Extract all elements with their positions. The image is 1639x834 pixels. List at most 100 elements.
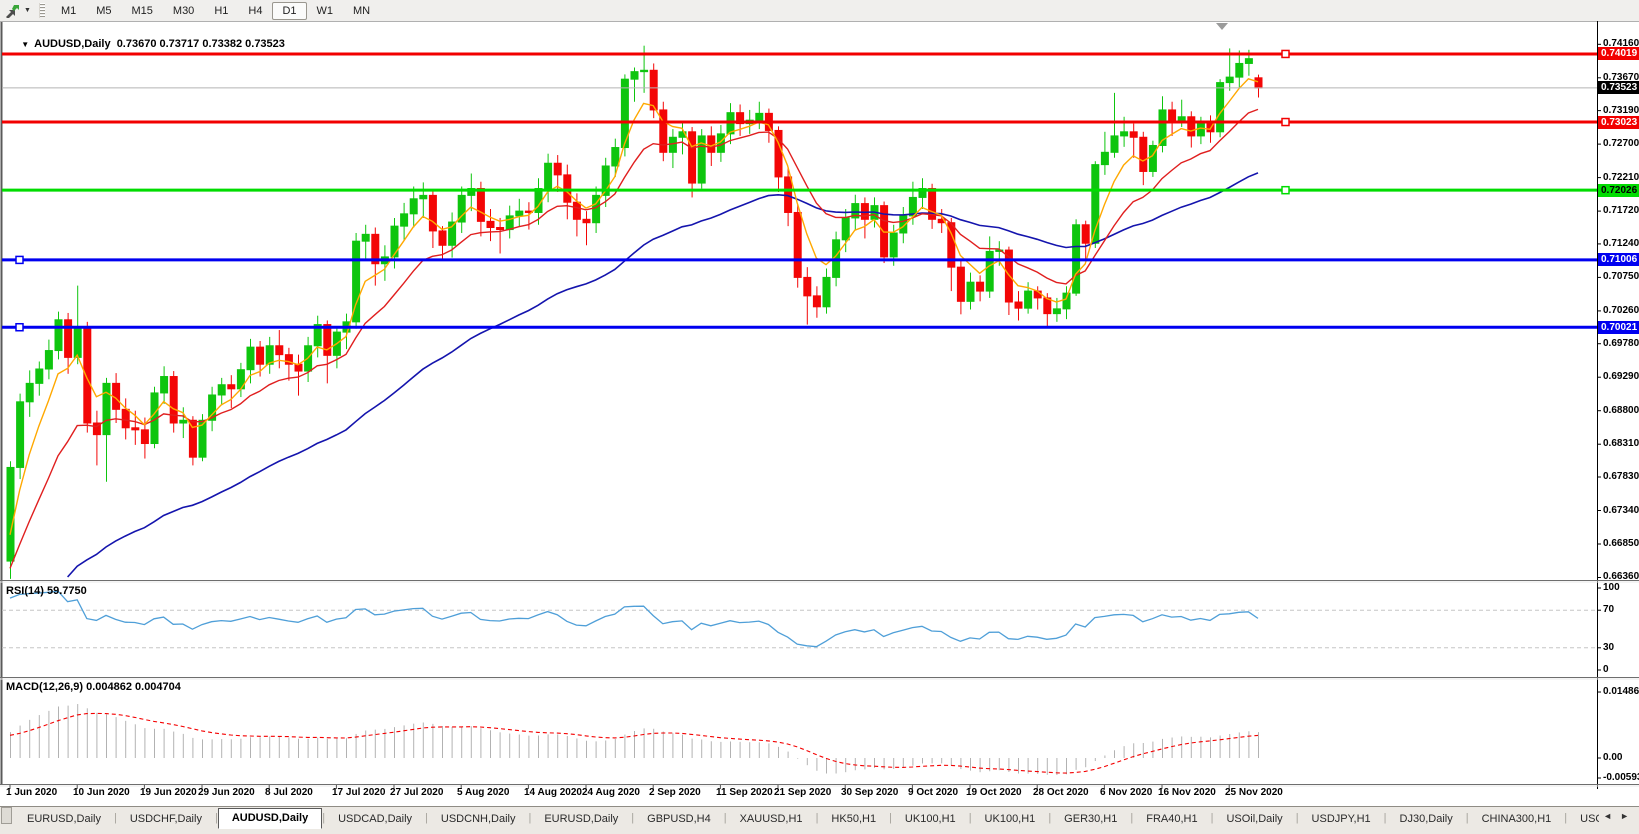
tab-scroll-left-icon[interactable]: ◄ (1603, 811, 1612, 821)
candle-down (650, 70, 657, 110)
hline-handle[interactable] (1282, 187, 1289, 194)
price-badge-0.74019: 0.74019 (1598, 47, 1639, 60)
candle-down (228, 385, 235, 389)
candle-down (804, 277, 811, 295)
candle-down (324, 325, 331, 356)
price-tick-label: 0.69290 (1603, 371, 1639, 382)
candle-down (1082, 225, 1089, 243)
tab-separator: | (425, 812, 428, 824)
candle-up (247, 347, 254, 370)
candle-up (391, 226, 398, 257)
candle-up (516, 211, 523, 216)
mt4-window: { "toolbar": { "dropdown_caret": "▼", "t… (0, 0, 1639, 834)
candle-down (1140, 137, 1147, 171)
hline-handle[interactable] (16, 256, 23, 263)
price-tick-label: 0.73190 (1603, 105, 1639, 116)
date-label: 5 Aug 2020 (457, 787, 509, 798)
chart-tab-uk100-h1[interactable]: UK100,H1 (892, 810, 969, 829)
chart-ohlc-values: 0.73670 0.73717 0.73382 0.73523 (117, 38, 285, 50)
tab-separator: | (816, 812, 819, 824)
candle-down (477, 189, 484, 222)
candle-down (573, 202, 580, 219)
chart-tab-audusd-daily[interactable]: AUDUSD,Daily (218, 808, 322, 829)
tab-separator: | (1296, 812, 1299, 824)
hline-handle[interactable] (16, 324, 23, 331)
candle-up (36, 369, 43, 383)
candle-up (1111, 136, 1118, 152)
candle-down (295, 364, 302, 371)
price-tick-label: 0.66360 (1603, 571, 1639, 582)
chart-tab-xauusd-h1[interactable]: XAUUSD,H1 (727, 810, 816, 829)
chart-background (0, 21, 1639, 806)
tab-separator: | (1384, 812, 1387, 824)
candle-down (1255, 78, 1262, 88)
date-label: 19 Jun 2020 (140, 787, 197, 798)
price-badge-0.73023: 0.73023 (1598, 116, 1639, 129)
chart-tab-hk50-h1[interactable]: HK50,H1 (818, 810, 889, 829)
chart-tab-usdcnh-daily[interactable]: USDCNH,Daily (428, 810, 529, 829)
candle-down (497, 228, 504, 230)
tab-separator: | (631, 812, 634, 824)
candle-up (161, 377, 168, 393)
candle-down (957, 267, 964, 301)
candle-up (1226, 77, 1233, 82)
price-tick-label: 0.69780 (1603, 338, 1639, 349)
tab-stub[interactable] (1, 807, 12, 824)
chart-tab-eurusd-daily[interactable]: EURUSD,Daily (531, 810, 631, 829)
candle-up (74, 329, 81, 358)
chart-tab-dj30-daily[interactable]: DJ30,Daily (1387, 810, 1466, 829)
tab-scroll-arrows: ◄ ► (1599, 807, 1639, 821)
tab-separator: | (969, 812, 972, 824)
price-badge-0.71006: 0.71006 (1598, 253, 1639, 266)
candle-up (1025, 291, 1032, 308)
date-label: 9 Oct 2020 (908, 787, 958, 798)
chart-tab-fra40-h1[interactable]: FRA40,H1 (1133, 810, 1210, 829)
price-tick-label: 0.68800 (1603, 405, 1639, 416)
price-tick-label: 0.67340 (1603, 505, 1639, 516)
chart-symbol-period: AUDUSD,Daily (34, 38, 110, 50)
candle-up (1063, 293, 1070, 309)
chart-tab-uk100-h1[interactable]: UK100,H1 (972, 810, 1049, 829)
hline-handle[interactable] (1282, 119, 1289, 126)
tab-separator: | (114, 812, 117, 824)
price-tick-label: 0.70260 (1603, 305, 1639, 316)
candle-down (564, 175, 571, 202)
tab-separator: | (528, 812, 531, 824)
candle-up (641, 70, 648, 71)
candle-down (257, 347, 264, 364)
tab-separator: | (322, 812, 325, 824)
candle-down (1130, 132, 1137, 137)
chart-tab-usoil-h1[interactable]: USOil,H1 (1567, 810, 1599, 829)
candle-up (669, 137, 676, 152)
candle-up (823, 277, 830, 306)
current-price-badge: 0.73523 (1598, 81, 1639, 94)
candle-down (487, 221, 494, 227)
rsi-tick-label: 100 (1603, 582, 1620, 593)
candle-up (1217, 83, 1224, 132)
chart-tab-gbpusd-h4[interactable]: GBPUSD,H4 (634, 810, 724, 829)
candle-down (141, 430, 148, 444)
date-label: 27 Jul 2020 (390, 787, 443, 798)
candle-up (7, 467, 14, 561)
price-tick-label: 0.71720 (1603, 205, 1639, 216)
chart-tab-china300-h1[interactable]: CHINA300,H1 (1469, 810, 1565, 829)
candle-up (218, 385, 225, 395)
tab-separator: | (1130, 812, 1133, 824)
candle-up (410, 199, 417, 214)
tab-row: EURUSD,Daily|USDCHF,Daily|AUDUSD,Daily|U… (14, 808, 1599, 830)
chart-tab-usdchf-daily[interactable]: USDCHF,Daily (117, 810, 215, 829)
chart-tab-usdcad-daily[interactable]: USDCAD,Daily (325, 810, 425, 829)
chart-tab-usdjpy-h1[interactable]: USDJPY,H1 (1299, 810, 1384, 829)
candle-up (756, 113, 763, 120)
chart-canvas[interactable] (0, 0, 1639, 806)
date-label: 19 Oct 2020 (966, 787, 1022, 798)
chart-tab-eurusd-daily[interactable]: EURUSD,Daily (14, 810, 114, 829)
hline-handle[interactable] (1282, 50, 1289, 57)
chart-collapse-caret[interactable]: ▼ (21, 40, 29, 49)
date-label: 6 Nov 2020 (1100, 787, 1152, 798)
tab-scroll-right-icon[interactable]: ► (1620, 811, 1629, 821)
candle-down (439, 231, 446, 245)
candle-up (890, 233, 897, 257)
chart-tab-usoil-daily[interactable]: USOil,Daily (1213, 810, 1295, 829)
chart-tab-ger30-h1[interactable]: GER30,H1 (1051, 810, 1130, 829)
